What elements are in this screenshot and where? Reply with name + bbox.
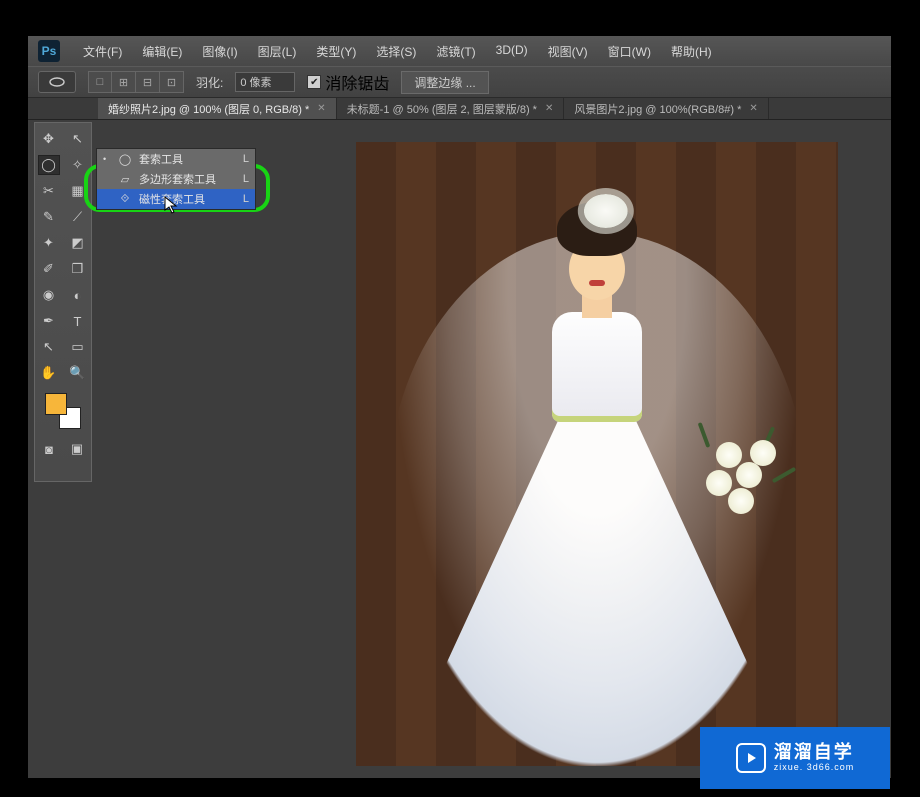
hand-tool[interactable]: ✋ [38, 363, 60, 383]
menu-select[interactable]: 选择(S) [367, 39, 425, 64]
zoom-tool[interactable]: 🔍 [67, 363, 89, 383]
flyout-label: 磁性套索工具 [139, 191, 205, 207]
refine-edge-button[interactable]: 调整边缘 ... [401, 71, 488, 94]
selection-intersect[interactable]: ⊡ [160, 71, 184, 93]
app-window: Ps 文件(F) 编辑(E) 图像(I) 图层(L) 类型(Y) 选择(S) 滤… [28, 36, 891, 778]
magic-wand-tool[interactable]: ✧ [67, 155, 89, 175]
slice-tool[interactable]: ▦ [67, 181, 89, 201]
titlebar: Ps 文件(F) 编辑(E) 图像(I) 图层(L) 类型(Y) 选择(S) 滤… [28, 36, 891, 66]
selection-mode-group: □ ⊞ ⊟ ⊡ [88, 71, 184, 93]
shortcut-label: L [243, 173, 249, 185]
doc-tab-label: 风景图片2.jpg @ 100%(RGB/8#) * [574, 101, 741, 117]
color-swatches[interactable] [45, 393, 81, 429]
patch-tool[interactable]: ◩ [67, 233, 89, 253]
flyout-label: 套索工具 [139, 151, 183, 167]
brush-tool[interactable]: ✐ [38, 259, 60, 279]
flyout-label: 多边形套索工具 [139, 171, 216, 187]
ruler-tool[interactable]: ⟋ [67, 207, 89, 227]
active-dot-icon: • [103, 154, 111, 164]
feather-label: 羽化: [196, 74, 223, 91]
selection-new[interactable]: □ [88, 71, 112, 93]
move-tool[interactable]: ✥ [38, 129, 60, 149]
foreground-swatch[interactable] [45, 393, 67, 415]
menu-3d[interactable]: 3D(D) [487, 39, 537, 64]
polygon-lasso-icon: ▱ [117, 173, 133, 186]
lasso-flyout-menu: • ◯ 套索工具 L ▱ 多边形套索工具 L ⟐ 磁性套索工具 L [96, 148, 256, 210]
watermark: 溜溜自学 zixue. 3d66.com [700, 727, 890, 789]
magnetic-lasso-icon: ⟐ [117, 193, 133, 206]
options-bar: □ ⊞ ⊟ ⊡ 羽化: ✔ 消除锯齿 调整边缘 ... [28, 66, 891, 98]
crop-tool[interactable]: ✂ [38, 181, 60, 201]
menu-edit[interactable]: 编辑(E) [133, 39, 191, 64]
menu-image[interactable]: 图像(I) [193, 39, 246, 64]
pen-tool[interactable]: ✒ [38, 311, 60, 331]
play-icon [736, 743, 766, 773]
doc-tab-2[interactable]: 未标题-1 @ 50% (图层 2, 图层蒙版/8) * ✕ [337, 98, 565, 119]
doc-tab-3[interactable]: 风景图片2.jpg @ 100%(RGB/8#) * ✕ [564, 98, 768, 119]
canvas-image [356, 142, 838, 766]
menu-layer[interactable]: 图层(L) [249, 39, 306, 64]
doc-tab-label: 婚纱照片2.jpg @ 100% (图层 0, RGB/8) * [108, 101, 309, 117]
doc-tab-1[interactable]: 婚纱照片2.jpg @ 100% (图层 0, RGB/8) * ✕ [98, 98, 337, 119]
healing-brush-tool[interactable]: ✦ [38, 233, 60, 253]
antialias-checkbox[interactable]: ✔ 消除锯齿 [307, 70, 389, 94]
selection-subtract[interactable]: ⊟ [136, 71, 160, 93]
dodge-tool[interactable]: ◐ [67, 285, 89, 305]
watermark-url: zixue. 3d66.com [774, 763, 855, 773]
flyout-magnetic-lasso[interactable]: ⟐ 磁性套索工具 L [97, 189, 255, 209]
antialias-label: 消除锯齿 [325, 70, 389, 94]
document-canvas[interactable] [356, 142, 838, 766]
active-tool-icon[interactable] [38, 71, 76, 93]
workarea: ✥ ↖ ◯ ✧ ✂ ▦ ✎ ⟋ ✦ ◩ ✐ ❒ ◉ ◐ ✒ T ↖ ▭ ✋ 🔍 [28, 120, 891, 778]
shortcut-label: L [243, 153, 249, 165]
flyout-lasso[interactable]: • ◯ 套索工具 L [97, 149, 255, 169]
toolbox: ✥ ↖ ◯ ✧ ✂ ▦ ✎ ⟋ ✦ ◩ ✐ ❒ ◉ ◐ ✒ T ↖ ▭ ✋ 🔍 [34, 122, 92, 482]
menu-view[interactable]: 视图(V) [539, 39, 597, 64]
menu-filter[interactable]: 滤镜(T) [427, 39, 484, 64]
menu-help[interactable]: 帮助(H) [662, 39, 721, 64]
watermark-title: 溜溜自学 [774, 743, 855, 763]
lasso-icon: ◯ [117, 153, 133, 166]
shortcut-label: L [243, 193, 249, 205]
menu-window[interactable]: 窗口(W) [599, 39, 660, 64]
quickmask-toggle[interactable]: ◙ [38, 439, 60, 459]
close-icon[interactable]: ✕ [749, 103, 757, 114]
document-tabbar: 婚纱照片2.jpg @ 100% (图层 0, RGB/8) * ✕ 未标题-1… [28, 98, 891, 120]
screenmode-toggle[interactable]: ▣ [66, 439, 88, 459]
close-icon[interactable]: ✕ [317, 103, 325, 114]
artboard-tool[interactable]: ↖ [67, 129, 89, 149]
close-icon[interactable]: ✕ [545, 103, 553, 114]
feather-input[interactable] [235, 72, 295, 92]
lasso-tool[interactable]: ◯ [38, 155, 60, 175]
flyout-polygon-lasso[interactable]: ▱ 多边形套索工具 L [97, 169, 255, 189]
doc-tab-label: 未标题-1 @ 50% (图层 2, 图层蒙版/8) * [347, 101, 537, 117]
selection-add[interactable]: ⊞ [112, 71, 136, 93]
clone-stamp-tool[interactable]: ❒ [67, 259, 89, 279]
type-tool[interactable]: T [67, 311, 89, 331]
shape-tool[interactable]: ▭ [67, 337, 89, 357]
app-logo: Ps [38, 40, 60, 62]
path-select-tool[interactable]: ↖ [38, 337, 60, 357]
check-icon: ✔ [307, 75, 321, 89]
menu-type[interactable]: 类型(Y) [307, 39, 365, 64]
eyedropper-tool[interactable]: ✎ [38, 207, 60, 227]
menubar: 文件(F) 编辑(E) 图像(I) 图层(L) 类型(Y) 选择(S) 滤镜(T… [74, 39, 721, 64]
blur-tool[interactable]: ◉ [38, 285, 60, 305]
menu-file[interactable]: 文件(F) [74, 39, 131, 64]
